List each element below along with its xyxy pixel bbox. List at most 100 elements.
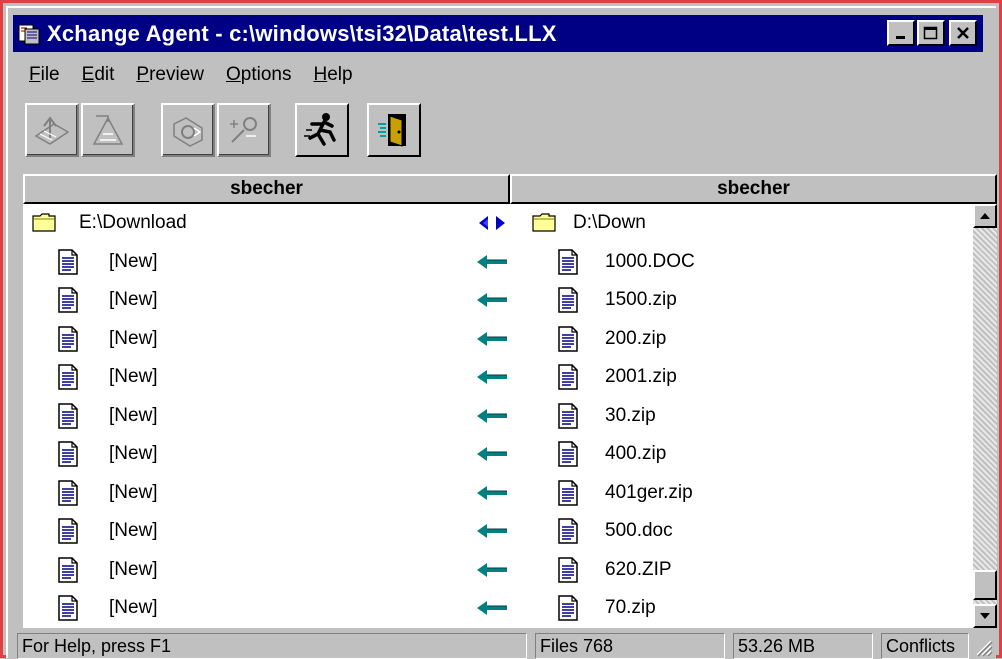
- maximize-icon: [923, 26, 938, 40]
- folder-icon: [32, 213, 56, 232]
- exit-button[interactable]: [367, 103, 421, 157]
- settings-disabled-icon: [230, 117, 257, 143]
- menu-label-rest: ile: [40, 64, 60, 85]
- left-file-icon: [57, 441, 79, 473]
- sync-direction[interactable]: [475, 561, 509, 585]
- document-icon: [558, 556, 578, 583]
- sync-direction[interactable]: [475, 599, 509, 623]
- document-icon: [58, 441, 78, 467]
- close-icon: [957, 27, 969, 39]
- left-file-icon: [57, 248, 79, 281]
- window-title: Xchange Agent - c:\windows\tsi32\Data\te…: [47, 20, 557, 46]
- right-file-icon: [557, 364, 579, 396]
- close-button[interactable]: [949, 20, 977, 46]
- sync-direction[interactable]: [475, 330, 509, 354]
- file-row[interactable]: [New] 620.ZIP: [23, 551, 973, 590]
- preview-button[interactable]: [161, 103, 215, 157]
- file-row[interactable]: [New] 200.zip: [23, 320, 973, 359]
- menu-file[interactable]: File: [17, 61, 70, 89]
- sync-direction[interactable]: [475, 445, 509, 469]
- left-item-name: [New]: [109, 289, 158, 310]
- file-row[interactable]: [New] 30.zip: [23, 397, 973, 436]
- document-icon: [558, 441, 578, 467]
- menu-accel: F: [29, 64, 41, 85]
- outer-frame: Xchange Agent - c:\windows\tsi32\Data\te…: [0, 0, 1002, 659]
- document-icon: [58, 595, 78, 621]
- scroll-thumb[interactable]: [973, 570, 997, 600]
- minimize-icon: [896, 36, 905, 39]
- sync-direction[interactable]: [475, 484, 509, 508]
- download-button[interactable]: [81, 103, 135, 157]
- scroll-down-button[interactable]: [973, 604, 997, 628]
- run-button[interactable]: [295, 103, 349, 157]
- document-icon: [58, 248, 78, 275]
- file-row[interactable]: [New] 70.zip: [23, 589, 973, 628]
- right-item-name: 401ger.zip: [605, 481, 693, 503]
- file-row[interactable]: [New] 1500.zip: [23, 281, 973, 320]
- menu-edit[interactable]: Edit: [70, 61, 125, 89]
- sync-direction[interactable]: [475, 214, 509, 238]
- resize-grip-icon[interactable]: [971, 635, 993, 657]
- document-icon: [58, 402, 78, 429]
- comparison-list[interactable]: E:\Download D:\Down [New] 1000.DOC [New] 1500…: [23, 204, 973, 628]
- menu-preview[interactable]: Preview: [124, 61, 214, 89]
- sync-direction[interactable]: [475, 253, 509, 277]
- file-row[interactable]: [New] 401ger.zip: [23, 474, 973, 513]
- document-icon: [558, 479, 578, 506]
- menu-options[interactable]: Options: [214, 61, 301, 89]
- right-item-name: 1500.zip: [605, 289, 677, 310]
- left-item-name: [New]: [109, 327, 158, 349]
- copy-left-arrow-icon: [477, 293, 507, 307]
- status-size: 53.26 MB: [733, 633, 873, 659]
- right-item-name: 2001.zip: [605, 366, 677, 387]
- menu-help[interactable]: Help: [301, 61, 362, 89]
- right-column-header[interactable]: sbecher: [510, 174, 997, 204]
- copy-left-arrow-icon: [477, 524, 507, 538]
- menu-bar: File Edit Preview Options Help: [17, 61, 363, 89]
- right-item-name: 400.zip: [605, 443, 667, 464]
- right-file-icon: [557, 248, 579, 281]
- left-item-name: [New]: [109, 443, 158, 464]
- document-icon: [558, 248, 578, 275]
- maximize-button[interactable]: [917, 20, 945, 46]
- file-row[interactable]: [New] 500.doc: [23, 512, 973, 551]
- file-row[interactable]: [New] 2001.zip: [23, 358, 973, 397]
- sync-direction[interactable]: [475, 522, 509, 546]
- menu-label-rest: dit: [94, 64, 115, 85]
- status-conflicts: Conflicts: [881, 633, 969, 659]
- xchange-app-icon[interactable]: [17, 22, 41, 46]
- file-row[interactable]: [New] 400.zip: [23, 435, 973, 474]
- document-icon: [58, 479, 78, 506]
- upload-button[interactable]: [25, 103, 79, 157]
- document-icon: [558, 402, 578, 429]
- vertical-scrollbar[interactable]: [973, 204, 997, 628]
- left-file-icon: [57, 364, 79, 396]
- upload-disabled-icon: [34, 116, 70, 145]
- minimize-button[interactable]: [887, 20, 915, 46]
- right-file-icon: [557, 441, 579, 473]
- sync-direction[interactable]: [475, 368, 509, 392]
- left-column-header[interactable]: sbecher: [23, 174, 510, 204]
- options-button[interactable]: [217, 103, 271, 157]
- left-file-icon: [57, 595, 79, 627]
- document-icon: [58, 287, 78, 313]
- left-item-name: [New]: [109, 558, 158, 580]
- folder-row[interactable]: E:\Download D:\Down: [23, 204, 973, 243]
- menu-label-rest: ptions: [240, 64, 292, 85]
- right-item-name: 70.zip: [605, 597, 656, 618]
- file-row[interactable]: [New] 1000.DOC: [23, 243, 973, 282]
- scroll-up-button[interactable]: [973, 204, 997, 228]
- title-bar[interactable]: Xchange Agent - c:\windows\tsi32\Data\te…: [13, 15, 983, 52]
- left-file-icon: [57, 325, 79, 358]
- sync-direction[interactable]: [475, 291, 509, 315]
- left-file-icon: [57, 287, 79, 319]
- right-file-icon: [557, 518, 579, 550]
- left-column-title: sbecher: [230, 178, 303, 199]
- right-item-name: 30.zip: [605, 404, 656, 426]
- sync-direction[interactable]: [475, 407, 509, 431]
- right-item-name: 500.doc: [605, 520, 673, 541]
- document-icon: [558, 325, 578, 352]
- document-icon: [558, 595, 578, 621]
- status-files: Files 768: [535, 633, 725, 659]
- left-item-name: [New]: [109, 481, 158, 503]
